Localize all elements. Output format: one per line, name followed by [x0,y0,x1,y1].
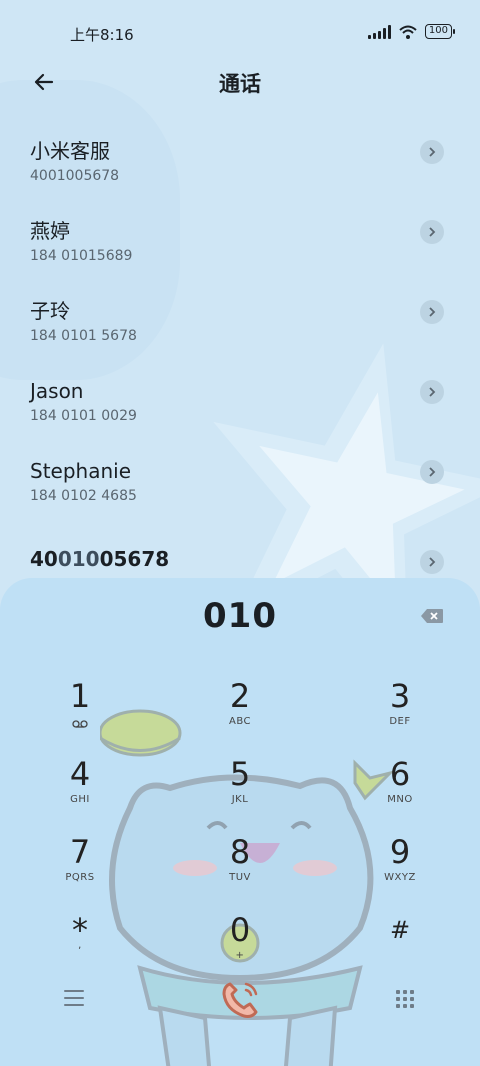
contact-number: 4001005678 [30,168,120,184]
key-6[interactable]: 6 MNO [340,756,460,826]
contact-number: 184 01015689 [30,248,133,264]
contact-name: 子玲 [30,299,70,323]
call-icon[interactable] [216,976,264,1024]
wifi-icon [399,25,417,39]
chevron-right-icon[interactable] [420,140,444,164]
voicemail-icon [72,720,88,728]
match-prefix: 40 [30,547,58,571]
key-4[interactable]: 4 GHI [20,756,140,826]
key-3[interactable]: 3 DEF [340,678,460,748]
key-8[interactable]: 8 TUV [180,834,300,904]
key-star[interactable]: * , [20,912,140,982]
chevron-right-icon[interactable] [420,550,444,574]
key-5[interactable]: 5 JKL [180,756,300,826]
backspace-icon[interactable] [420,608,444,624]
key-0[interactable]: 0 + [180,912,300,982]
contact-number: 184 0102 4685 [30,488,137,504]
dial-input-display[interactable]: 010 [0,596,480,636]
contact-name: 4001005678 [30,540,480,572]
keypad-icon[interactable] [396,990,414,1008]
key-1[interactable]: 1 [20,678,140,748]
status-bar: 上午8:16 100 [0,0,480,66]
key-7[interactable]: 7 PQRS [20,834,140,904]
status-time: 上午8:16 [70,26,134,44]
app-header: 通话 [0,60,480,104]
list-item[interactable]: 子玲 184 0101 5678 [0,292,480,372]
match-suffix: 05678 [99,547,170,571]
key-hash[interactable]: # [340,912,460,982]
contact-name: Jason [30,379,84,403]
list-item[interactable]: 燕婷 184 01015689 [0,212,480,292]
chevron-right-icon[interactable] [420,220,444,244]
contact-number: 184 0101 0029 [30,408,137,424]
list-item[interactable]: 4001005678 [0,532,480,574]
list-item[interactable]: Stephanie 184 0102 4685 [0,452,480,532]
chevron-right-icon[interactable] [420,300,444,324]
chevron-right-icon[interactable] [420,460,444,484]
menu-icon[interactable] [64,990,84,1006]
contact-number: 184 0101 5678 [30,328,137,344]
list-item[interactable]: 小米客服 4001005678 [0,132,480,212]
match-highlight: 010 [57,547,100,571]
contact-name: 燕婷 [30,219,70,243]
dialpad-bottom-bar [0,976,480,1026]
status-icons: 100 [367,24,456,39]
key-9[interactable]: 9 WXYZ [340,834,460,904]
list-item[interactable]: Jason 184 0101 0029 [0,372,480,452]
dialpad-panel: 010 1 2 ABC 3 DEF 4 GHI 5 JKL 6 MNO 7 PQ… [0,578,480,1066]
page-title: 通话 [219,72,261,96]
signal-icon [367,24,391,39]
contact-list: 小米客服 4001005678 燕婷 184 01015689 子玲 184 0… [0,132,480,574]
battery-icon: 100 [424,24,456,39]
contact-name: 小米客服 [30,139,110,163]
chevron-right-icon[interactable] [420,380,444,404]
contact-name: Stephanie [30,459,132,483]
key-2[interactable]: 2 ABC [180,678,300,748]
